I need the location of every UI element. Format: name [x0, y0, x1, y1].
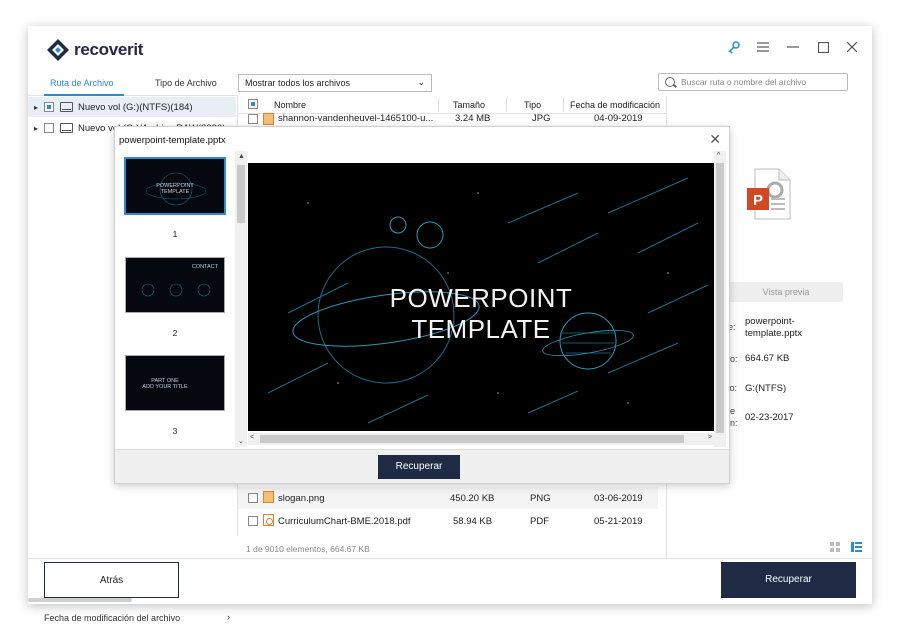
- chevron-right-icon: ›: [227, 612, 230, 622]
- file-type: PDF: [530, 516, 549, 527]
- file-size: 3.24 MB: [455, 113, 491, 124]
- thumbnails-scrollbar[interactable]: ▲ ⌄: [235, 151, 247, 447]
- slide-thumbnail-3[interactable]: PART ONE ADD YOUR TITLE: [125, 355, 225, 411]
- slide-title-line2: TEMPLATE: [411, 314, 551, 344]
- preview-button[interactable]: Vista previa: [729, 282, 843, 302]
- checkbox[interactable]: [44, 102, 54, 112]
- slide-title: POWERPOINT TEMPLATE: [248, 283, 714, 345]
- column-divider: [506, 98, 507, 112]
- slide-number: 2: [172, 328, 178, 338]
- column-tamano[interactable]: Tamaño: [453, 100, 485, 110]
- sidebar-item-label: Nuevo vol (G:)(NTFS)(184): [78, 101, 193, 113]
- file-size: 58.94 KB: [453, 516, 493, 527]
- sidebar-item-nuevo-vol[interactable]: ▸ Nuevo vol (G:)(NTFS)(184): [28, 97, 236, 117]
- slide-thumb-text: CONTACT: [191, 264, 218, 270]
- slide-number: 3: [172, 426, 178, 436]
- slide-thumbnail-2[interactable]: CONTACT: [125, 257, 225, 313]
- preview-horizontal-scrollbar[interactable]: < >: [248, 433, 714, 445]
- slide-number: 1: [172, 229, 178, 239]
- select-all-checkbox[interactable]: [248, 99, 258, 109]
- title-bar: recoverit: [28, 26, 872, 70]
- checkbox[interactable]: [248, 516, 258, 526]
- column-tipo[interactable]: Tipo: [524, 100, 541, 110]
- dialog-recover-button[interactable]: Recuperar: [378, 455, 460, 479]
- checkbox[interactable]: [44, 123, 54, 133]
- sort-selector[interactable]: Fecha de modificación del archivo ›: [28, 606, 238, 628]
- search-placeholder: Buscar ruta o nombre del archivo: [681, 77, 807, 87]
- file-name: CurriculumChart-BME.2018.pdf: [278, 516, 411, 527]
- scroll-up-icon[interactable]: ^: [717, 152, 720, 159]
- file-type: PNG: [530, 493, 551, 504]
- preview-vertical-scrollbar[interactable]: ^: [714, 151, 726, 447]
- close-icon[interactable]: [844, 39, 860, 55]
- back-button[interactable]: Atrás: [44, 562, 179, 598]
- recover-button[interactable]: Recuperar: [721, 562, 856, 598]
- file-filter-value: Mostrar todos los archivos: [245, 78, 351, 88]
- search-icon: [665, 77, 675, 87]
- scroll-thumb[interactable]: [260, 435, 684, 443]
- tab-tipo-de-archivo[interactable]: Tipo de Archivo: [155, 78, 217, 88]
- drive-icon: [60, 102, 73, 112]
- image-file-icon: [263, 113, 274, 125]
- chevron-down-icon: ⌄: [417, 77, 425, 87]
- scroll-thumb[interactable]: [237, 165, 245, 223]
- app-logo: recoverit: [46, 38, 143, 62]
- slide-thumbnails: POWERPOINT TEMPLATE 1 CONTACT 2 PART ONE A…: [115, 151, 233, 447]
- status-text: 1 de 9010 elementos, 664.67 KB: [246, 544, 370, 554]
- table-row[interactable]: slogan.png 450.20 KB PNG 03-06-2019: [238, 487, 658, 509]
- table-row[interactable]: CurriculumChart-BME.2018.pdf 58.94 KB PD…: [238, 510, 658, 532]
- pdf-file-icon: [263, 514, 274, 526]
- search-input[interactable]: Buscar ruta o nombre del archivo: [658, 73, 848, 91]
- column-divider: [438, 98, 439, 112]
- filesystem-value: G:(NTFS): [745, 383, 787, 394]
- sidebar-tabs: Ruta de Archivo Tipo de Archivo: [28, 70, 238, 96]
- file-name: slogan.png: [278, 493, 325, 504]
- maximize-icon[interactable]: [815, 39, 831, 55]
- drive-icon: [60, 123, 73, 133]
- dialog-footer: Recuperar: [115, 449, 729, 483]
- powerpoint-file-icon: P: [747, 168, 791, 220]
- slide-thumb-text: PART ONE ADD YOUR TITLE: [142, 378, 188, 390]
- scroll-left-icon[interactable]: <: [250, 434, 254, 441]
- slide-title-line1: POWERPOINT: [389, 283, 573, 313]
- image-file-icon: [263, 491, 274, 503]
- sort-label: Fecha de modificación del archivo: [44, 613, 181, 623]
- footer-bar: Atrás Recuperar: [28, 558, 872, 604]
- date-value: 02-23-2017: [745, 412, 794, 423]
- preview-dialog: powerpoint-template.pptx ✕ POWERPOINT TEM…: [114, 126, 730, 484]
- scroll-right-icon[interactable]: >: [708, 434, 712, 441]
- file-filter-dropdown[interactable]: Mostrar todos los archivos ⌄: [238, 74, 432, 92]
- key-icon[interactable]: [726, 39, 742, 55]
- file-date: 05-21-2019: [594, 516, 643, 527]
- svg-text:P: P: [753, 192, 763, 209]
- table-row[interactable]: shannon-vandenheuvel-1465100-u... 3.24 M…: [238, 112, 658, 126]
- recoverit-logo-icon: [47, 39, 69, 61]
- name-value: powerpoint-template.pptx: [745, 316, 803, 339]
- file-size: 450.20 KB: [450, 493, 495, 504]
- column-nombre[interactable]: Nombre: [274, 100, 306, 110]
- slide-preview: POWERPOINT TEMPLATE: [248, 163, 714, 431]
- minimize-icon[interactable]: [785, 39, 801, 55]
- expand-arrow-icon[interactable]: ▸: [28, 103, 44, 112]
- size-value: 664.67 KB: [745, 353, 790, 364]
- scroll-up-icon[interactable]: ▲: [238, 153, 245, 160]
- slide-thumbnail-1[interactable]: POWERPOINT TEMPLATE: [124, 157, 226, 215]
- checkbox[interactable]: [248, 493, 258, 503]
- dialog-title: powerpoint-template.pptx: [119, 135, 226, 146]
- scroll-down-icon[interactable]: ⌄: [238, 437, 244, 445]
- checkbox[interactable]: [248, 114, 258, 124]
- file-type: JPG: [532, 113, 551, 124]
- scroll-thumb[interactable]: [716, 163, 724, 433]
- tab-ruta-de-archivo[interactable]: Ruta de Archivo: [50, 78, 114, 88]
- file-name: shannon-vandenheuvel-1465100-u...: [278, 113, 434, 124]
- dialog-close-icon[interactable]: ✕: [709, 131, 721, 148]
- file-date: 03-06-2019: [594, 493, 643, 504]
- menu-icon[interactable]: [755, 39, 771, 55]
- app-name: recoverit: [74, 40, 144, 59]
- file-date: 04-09-2019: [594, 113, 643, 124]
- expand-arrow-icon[interactable]: ▸: [28, 124, 44, 133]
- slide-thumb-text: POWERPOINT TEMPLATE: [156, 183, 194, 195]
- column-divider: [563, 98, 564, 112]
- column-fecha[interactable]: Fecha de modificación: [570, 100, 660, 110]
